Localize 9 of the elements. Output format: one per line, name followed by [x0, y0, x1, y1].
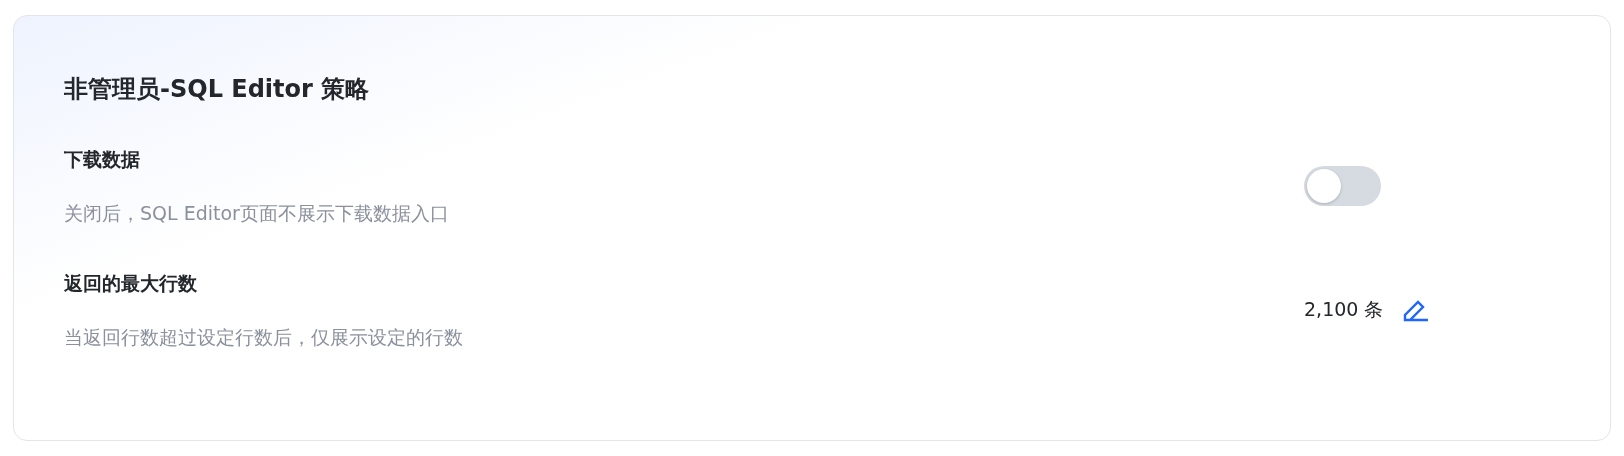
- pencil-icon: [1403, 298, 1430, 322]
- setting-label: 下载数据: [64, 147, 140, 172]
- setting-description: 当返回行数超过设定行数后，仅展示设定的行数: [64, 325, 463, 350]
- card-title: 非管理员-SQL Editor 策略: [64, 74, 371, 104]
- setting-label: 返回的最大行数: [64, 271, 197, 296]
- edit-button[interactable]: [1403, 298, 1430, 322]
- toggle-switch[interactable]: [1304, 166, 1381, 206]
- setting-value: 2,100 条: [1304, 297, 1384, 322]
- setting-description: 关闭后，SQL Editor页面不展示下载数据入口: [64, 201, 449, 226]
